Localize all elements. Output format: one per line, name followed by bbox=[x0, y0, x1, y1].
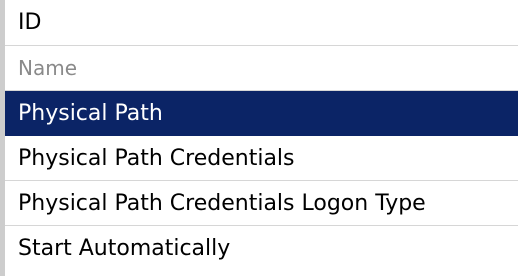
list-item-label: Physical Path Credentials bbox=[18, 145, 295, 171]
list-item-physical-path[interactable]: Physical Path bbox=[5, 91, 518, 136]
list-item-physical-path-credentials[interactable]: Physical Path Credentials bbox=[5, 136, 518, 181]
list-item-label: ID bbox=[18, 10, 42, 35]
list-item-label: Physical Path Credentials Logon Type bbox=[18, 190, 426, 216]
property-list: ID Name Physical Path Physical Path Cred… bbox=[5, 0, 518, 276]
list-item-label: Physical Path bbox=[18, 100, 163, 126]
list-item-label: Start Automatically bbox=[18, 236, 231, 261]
list-item-id[interactable]: ID bbox=[5, 0, 518, 46]
list-item-physical-path-credentials-logon-type[interactable]: Physical Path Credentials Logon Type bbox=[5, 181, 518, 226]
list-item-label: Name bbox=[18, 56, 78, 80]
property-list-window: ID Name Physical Path Physical Path Cred… bbox=[0, 0, 518, 276]
list-item-start-automatically[interactable]: Start Automatically bbox=[5, 226, 518, 271]
list-item-name[interactable]: Name bbox=[5, 46, 518, 91]
